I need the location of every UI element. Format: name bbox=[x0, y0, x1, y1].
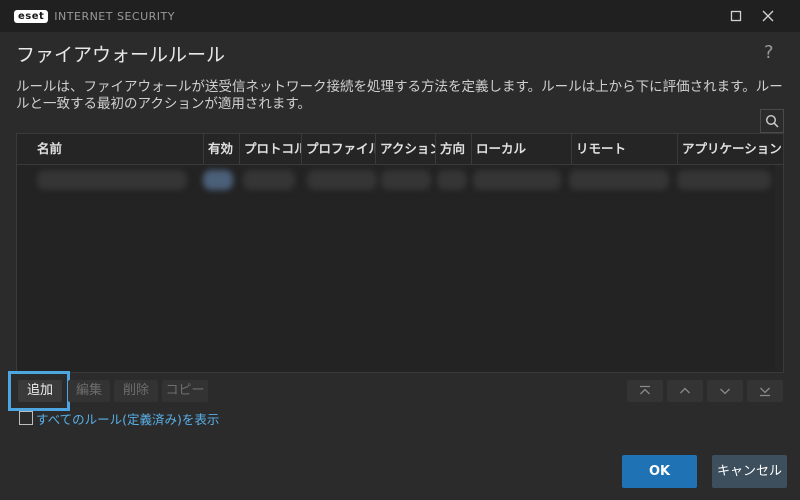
move-bottom-icon bbox=[760, 387, 770, 397]
blurred-cell bbox=[677, 170, 771, 190]
blurred-cell bbox=[203, 170, 233, 190]
blurred-cell bbox=[307, 170, 377, 190]
blurred-cell bbox=[37, 170, 187, 190]
chevron-up-icon bbox=[680, 387, 690, 394]
rules-table[interactable]: 名前 有効 プロトコル プロファイル アクション 方向 ローカル リモート アプ… bbox=[16, 133, 784, 373]
blurred-cell bbox=[243, 170, 295, 190]
column-header-profile[interactable]: プロファイル bbox=[302, 134, 376, 164]
window-titlebar: eset INTERNET SECURITY bbox=[0, 0, 800, 32]
show-all-rules-label[interactable]: すべてのルール(定義済み)を表示 bbox=[36, 409, 219, 428]
column-header-direction[interactable]: 方向 bbox=[436, 134, 472, 164]
maximize-icon bbox=[730, 10, 742, 22]
column-header-local[interactable]: ローカル bbox=[472, 134, 572, 164]
column-header-remote[interactable]: リモート bbox=[572, 134, 678, 164]
delete-button[interactable]: 削除 bbox=[114, 380, 158, 402]
blurred-cell bbox=[569, 170, 669, 190]
add-button-highlight bbox=[8, 371, 70, 411]
close-icon bbox=[762, 10, 774, 22]
show-all-rules-checkbox[interactable] bbox=[19, 411, 33, 425]
move-top-button[interactable] bbox=[627, 380, 663, 402]
blurred-cell bbox=[473, 170, 561, 190]
dialog-description: ルールは、ファイアウォールが送受信ネットワーク接続を処理する方法を定義します。ル… bbox=[16, 79, 783, 112]
move-top-icon bbox=[640, 385, 650, 395]
ok-button[interactable]: OK bbox=[622, 455, 697, 488]
product-name: INTERNET SECURITY bbox=[54, 9, 175, 23]
column-header-enabled[interactable]: 有効 bbox=[204, 134, 240, 164]
blurred-cell bbox=[437, 170, 467, 190]
cancel-button[interactable]: キャンセル bbox=[712, 455, 787, 488]
blurred-cell bbox=[381, 170, 431, 190]
copy-button[interactable]: コピー bbox=[162, 380, 208, 402]
close-button[interactable] bbox=[748, 0, 788, 32]
move-bottom-button[interactable] bbox=[747, 380, 783, 402]
dialog-title: ファイアウォールルール bbox=[16, 44, 226, 66]
move-up-button[interactable] bbox=[667, 380, 703, 402]
table-header: 名前 有効 プロトコル プロファイル アクション 方向 ローカル リモート アプ… bbox=[17, 134, 783, 165]
edit-button[interactable]: 編集 bbox=[68, 380, 110, 402]
column-header-application[interactable]: アプリケーション bbox=[678, 134, 783, 164]
move-down-button[interactable] bbox=[707, 380, 743, 402]
column-header-name[interactable]: 名前 bbox=[17, 134, 204, 164]
help-button[interactable]: ? bbox=[764, 42, 774, 63]
column-header-action[interactable]: アクション bbox=[376, 134, 436, 164]
search-icon bbox=[765, 114, 779, 128]
column-header-protocol[interactable]: プロトコル bbox=[240, 134, 302, 164]
chevron-down-icon bbox=[720, 388, 730, 395]
eset-logo: eset bbox=[14, 9, 49, 23]
table-scrollbar[interactable] bbox=[775, 165, 783, 371]
search-button[interactable] bbox=[760, 109, 784, 133]
